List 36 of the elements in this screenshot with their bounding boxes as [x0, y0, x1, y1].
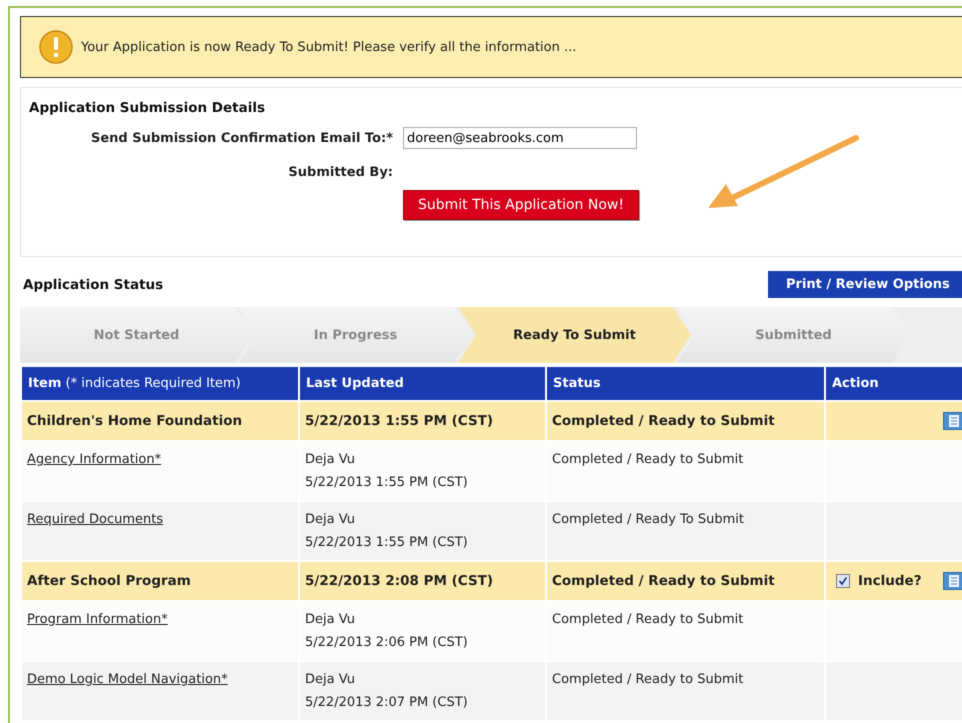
- table-cell: Completed / Ready to Submit: [547, 562, 824, 602]
- table-cell: 5/22/2013 1:55 PM (CST): [300, 402, 545, 442]
- table-cell: Completed / Ready to Submit: [552, 672, 744, 687]
- column-header: Last Updated: [300, 367, 545, 402]
- table-cell: 5/22/2013 2:08 PM (CST): [300, 562, 545, 602]
- table-cell: Children's Home Foundation: [22, 402, 298, 442]
- table-cell-text: Deja Vu 5/22/2013 1:55 PM (CST): [305, 451, 469, 492]
- item-link[interactable]: Agency Information*: [27, 452, 162, 467]
- document-icon[interactable]: [943, 412, 962, 430]
- alert-message: Your Application is now Ready To Submit! Please verify all the information ...: [81, 40, 576, 54]
- warning-icon: [39, 30, 73, 64]
- section-title: Application Status: [23, 276, 164, 292]
- table-cell: Completed / Ready to Submit: [552, 612, 744, 627]
- document-icon[interactable]: [943, 572, 962, 590]
- item-link[interactable]: Required Documents: [27, 512, 164, 527]
- table-cell: Completed / Ready To Submit: [552, 512, 744, 527]
- table-cell-text: Deja Vu 5/22/2013 1:55 PM (CST): [305, 511, 469, 552]
- print-options-button[interactable]: Print / Review Options: [768, 271, 962, 298]
- include-label: Include?: [858, 573, 922, 589]
- table-cell-text: Deja Vu 5/22/2013 2:06 PM (CST): [305, 611, 469, 652]
- column-header: Action: [826, 367, 962, 402]
- column-header: Status: [547, 367, 824, 402]
- email-field[interactable]: doreen@seabrooks.com: [403, 127, 637, 149]
- submit-button[interactable]: Submit This Application Now!: [403, 190, 639, 220]
- section-title: Application Submission Details: [29, 100, 266, 116]
- item-link[interactable]: Demo Logic Model Navigation*: [27, 672, 228, 687]
- column-header: Item (* indicates Required Item): [22, 367, 298, 402]
- table-cell: Completed / Ready to Submit: [552, 452, 744, 467]
- email-label: Send Submission Confirmation Email To:*: [90, 130, 394, 146]
- include-checkbox[interactable]: [836, 574, 850, 588]
- submitted-by-label: Submitted By:: [287, 164, 394, 180]
- table-cell: Completed / Ready to Submit: [547, 402, 824, 442]
- table-cell-text: Deja Vu 5/22/2013 2:07 PM (CST): [305, 671, 469, 712]
- item-link[interactable]: Program Information*: [27, 612, 168, 627]
- progress-step: Ready To Submit: [458, 307, 691, 363]
- table-cell: After School Program: [22, 562, 298, 602]
